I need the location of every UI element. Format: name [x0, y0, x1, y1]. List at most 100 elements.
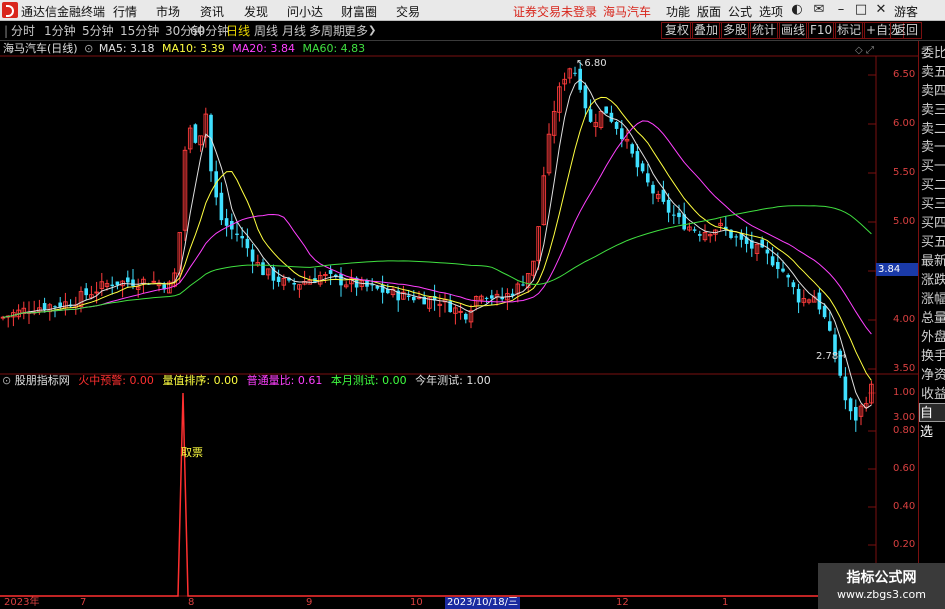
- menu-faxian[interactable]: 发现: [244, 3, 268, 20]
- ma-settings-icon[interactable]: ⊙: [84, 42, 93, 55]
- maximize-icon[interactable]: □: [852, 0, 870, 20]
- chart-stock-title[interactable]: 海马汽车(日线): [3, 42, 78, 55]
- login-notice[interactable]: 证券交易未登录 海马汽车: [513, 3, 657, 20]
- candle-body: [224, 218, 229, 226]
- menu-hangqing[interactable]: 行情: [113, 3, 137, 20]
- side-panel-item[interactable]: 买五: [921, 233, 945, 252]
- menu-banmian[interactable]: 版面: [697, 3, 721, 20]
- candle-body: [677, 212, 681, 218]
- menu-zixun[interactable]: 资讯: [200, 3, 224, 20]
- btn-huaxian[interactable]: 画线: [777, 22, 810, 39]
- menu-xuanxiang[interactable]: 选项: [759, 3, 783, 20]
- indicator-item-1: 量值排序: 0.00: [162, 374, 238, 387]
- more-chevron-icon[interactable]: ❯: [368, 23, 376, 39]
- guest-login[interactable]: 游客: [894, 3, 918, 20]
- price-tick-label: 6.50: [893, 69, 916, 80]
- period-5min[interactable]: 5分钟: [82, 23, 114, 39]
- price-tick-label: 3.50: [893, 363, 916, 374]
- side-panel-item[interactable]: 卖五: [921, 63, 945, 82]
- menu-jiaoyi[interactable]: 交易: [396, 3, 420, 20]
- period-multi[interactable]: 多周期: [309, 23, 345, 39]
- side-panel-item[interactable]: 买四: [921, 214, 945, 233]
- period-toolbar: | 分时 1分钟 5分钟 15分钟 30分钟 60分钟 日线 周线 月线 多周期…: [0, 21, 945, 41]
- time-axis: 2023年 7 8 9 10 2023/10/18/三 12 1: [0, 597, 918, 609]
- period-weekly[interactable]: 周线: [254, 23, 278, 39]
- period-1min[interactable]: 1分钟: [44, 23, 76, 39]
- menu-gongshi[interactable]: 公式: [728, 3, 752, 20]
- side-panel-item[interactable]: 买二: [921, 176, 945, 195]
- period-fenshi[interactable]: 分时: [11, 23, 35, 39]
- candle-body: [854, 406, 858, 421]
- time-tick-label: 10: [410, 597, 423, 608]
- period-more[interactable]: 更多: [344, 23, 368, 39]
- candle-body: [193, 124, 198, 143]
- btn-tongji[interactable]: 统计: [748, 22, 781, 39]
- menu-shichang[interactable]: 市场: [156, 3, 180, 20]
- close-icon[interactable]: ✕: [872, 0, 890, 20]
- side-panel-item[interactable]: 卖一: [921, 138, 945, 157]
- btn-biaoji[interactable]: 标记: [833, 22, 866, 39]
- side-panel-item[interactable]: 净资: [921, 366, 945, 385]
- side-panel-item[interactable]: 换手: [921, 347, 945, 366]
- btn-fuquan[interactable]: 复权: [661, 22, 694, 39]
- skin-icon[interactable]: ◐: [788, 0, 806, 20]
- high-price-annotation: ↖6.80: [576, 58, 607, 69]
- side-panel-item[interactable]: 收益: [921, 385, 945, 404]
- indicator-value: 0.61: [297, 374, 323, 387]
- side-panel-item[interactable]: 卖三: [921, 101, 945, 120]
- current-stock-name: 海马汽车: [603, 5, 652, 19]
- price-tick-label: 5.50: [893, 167, 916, 178]
- side-panel-item[interactable]: 委比: [921, 44, 945, 63]
- period-daily[interactable]: 日线: [226, 23, 250, 39]
- side-panel-item[interactable]: 涨幅: [921, 290, 945, 309]
- candle-body: [131, 279, 135, 287]
- price-tick-label: 5.00: [893, 216, 916, 227]
- kline-chart-svg[interactable]: ◇ ⤢: [0, 41, 918, 609]
- btn-back[interactable]: 返回: [890, 22, 923, 39]
- trade-login-status[interactable]: 证券交易未登录: [513, 5, 597, 19]
- indicator-value: 0.00: [213, 374, 239, 387]
- side-panel-item[interactable]: 买三: [921, 195, 945, 214]
- side-panel-item[interactable]: 总量: [921, 309, 945, 328]
- indicator-value: 0.00: [129, 374, 154, 387]
- side-panel-item[interactable]: 自选: [919, 403, 945, 440]
- message-icon[interactable]: ✉: [810, 0, 828, 20]
- candle-body: [521, 284, 525, 286]
- diamond-icon[interactable]: ◇: [855, 45, 863, 56]
- menu-wenxiaoda[interactable]: 问小达: [287, 3, 323, 20]
- indicator-item-4: 今年测试: 1.00: [415, 374, 491, 387]
- side-panel-item[interactable]: 外盘: [921, 328, 945, 347]
- candle-body: [84, 288, 88, 296]
- expand-icon[interactable]: ⤢: [866, 45, 874, 56]
- candle-body: [822, 305, 827, 318]
- side-panel-item[interactable]: 涨跌: [921, 271, 945, 290]
- indicator-value: 1.00: [466, 374, 491, 387]
- btn-f10[interactable]: F10: [806, 22, 837, 39]
- menu-caifuquan[interactable]: 财富圈: [341, 3, 377, 20]
- btn-duogu[interactable]: 多股: [719, 22, 752, 39]
- candle-body: [276, 276, 281, 283]
- minimize-icon[interactable]: –: [832, 0, 850, 20]
- candle-body: [760, 239, 764, 248]
- candle-body: [490, 295, 494, 299]
- candle-body: [484, 297, 489, 299]
- candle-body: [235, 233, 239, 235]
- kline-chart-area[interactable]: ◇ ⤢ 6.506.005.505.004.504.003.503.00 3.8…: [0, 41, 918, 609]
- side-panel-item[interactable]: 最新: [921, 252, 945, 271]
- side-panel-item[interactable]: 买一: [921, 157, 945, 176]
- candle-body: [646, 173, 650, 183]
- price-tick-label: 6.00: [893, 118, 916, 129]
- time-tick-label: 7: [80, 597, 87, 608]
- side-panel-item[interactable]: 卖二: [921, 120, 945, 139]
- watermark-title: 指标公式网: [846, 570, 917, 586]
- indicator-name[interactable]: 股朋指标网: [15, 374, 70, 387]
- side-panel-item[interactable]: 卖四: [921, 82, 945, 101]
- indicator-tick-label: 1.00: [893, 387, 916, 398]
- indicator-settings-icon[interactable]: ⊙: [2, 374, 11, 387]
- indicator-title-row: ⊙ 股朋指标网 火中预警: 0.00 量值排序: 0.00 普通量比: 0.61…: [2, 374, 491, 388]
- period-monthly[interactable]: 月线: [282, 23, 306, 39]
- period-15min[interactable]: 15分钟: [120, 23, 159, 39]
- period-60min[interactable]: 60分钟: [190, 23, 229, 39]
- btn-diejia[interactable]: 叠加: [690, 22, 723, 39]
- menu-gongneng[interactable]: 功能: [666, 3, 690, 20]
